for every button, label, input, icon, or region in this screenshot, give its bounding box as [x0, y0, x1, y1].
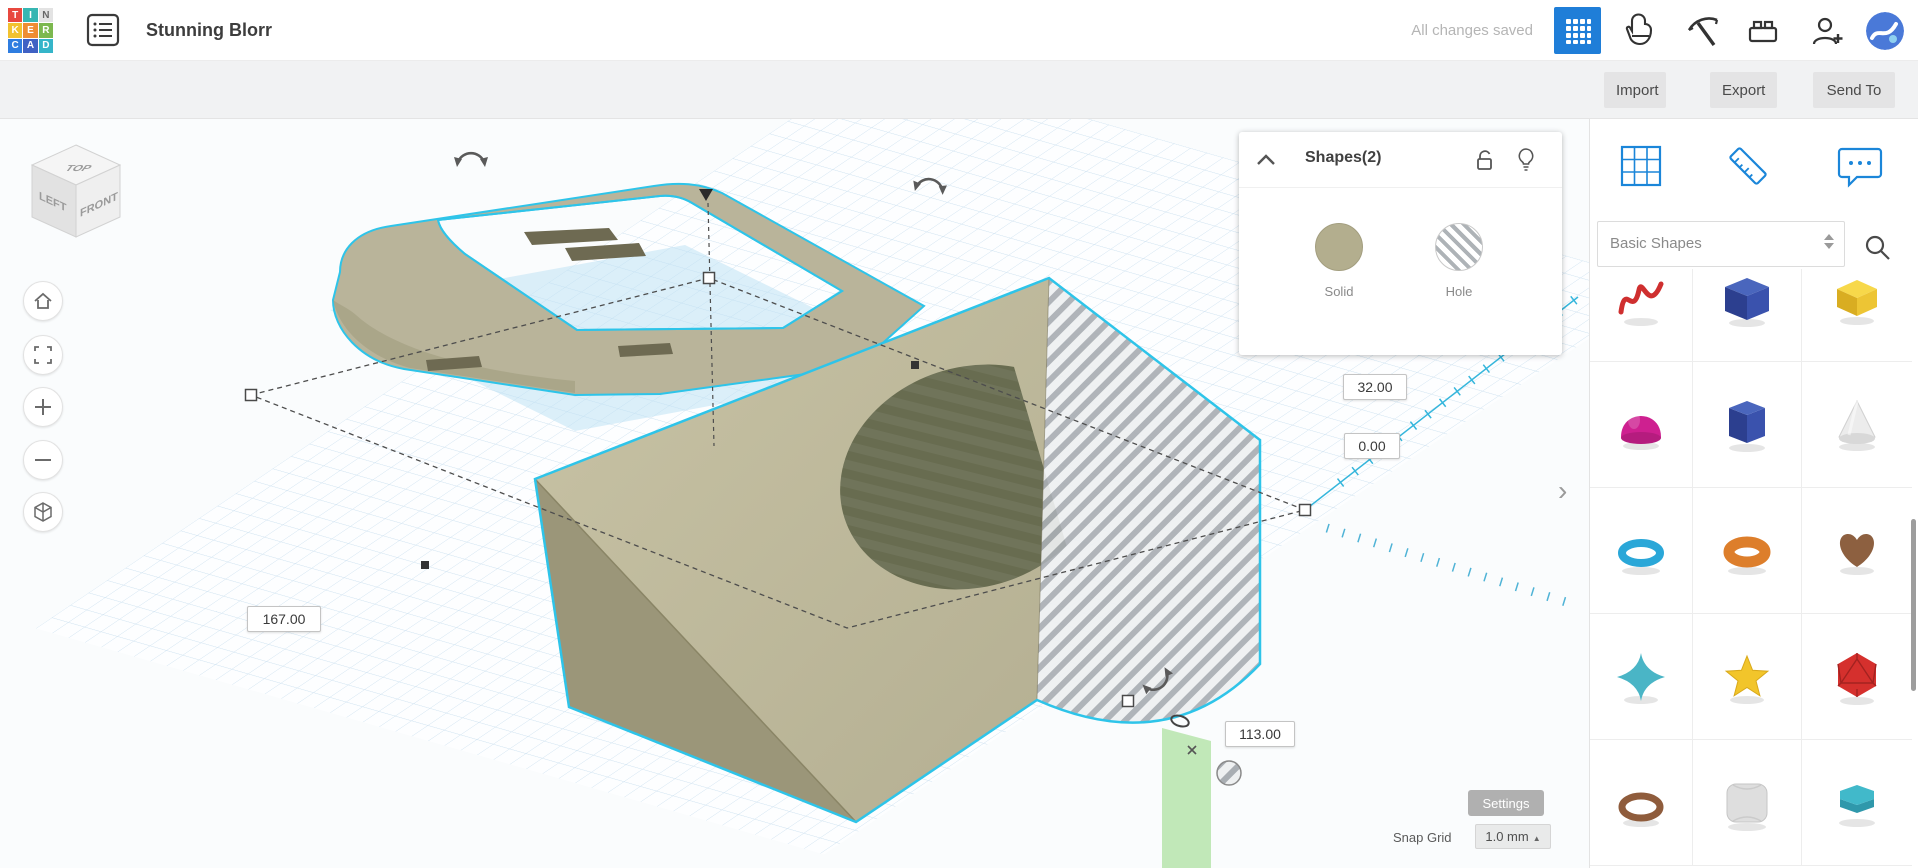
add-person-icon[interactable]: [1808, 12, 1846, 50]
shape-torus[interactable]: [1590, 488, 1693, 614]
shape-star-four[interactable]: [1590, 614, 1693, 740]
lightbulb-icon[interactable]: [1515, 147, 1537, 173]
design-title[interactable]: Stunning Blorr: [146, 0, 272, 61]
star-four-icon: [1609, 645, 1673, 709]
zoom-out-icon: [32, 449, 54, 471]
hole-option-label: Hole: [1435, 284, 1483, 299]
send-to-button[interactable]: Send To: [1813, 72, 1895, 108]
snap-grid-label: Snap Grid: [1393, 830, 1452, 845]
shape-star-five[interactable]: [1693, 614, 1802, 740]
lock-icon[interactable]: [1474, 148, 1496, 172]
dimension-base[interactable]: 0.00: [1344, 433, 1400, 459]
zoom-in-icon: [32, 396, 54, 418]
shapes-inspector-panel: Shapes(2) Solid Hole: [1239, 132, 1562, 355]
glove-icon[interactable]: [1621, 12, 1659, 50]
save-status: All changes saved: [1411, 0, 1533, 61]
snap-grid-dropdown[interactable]: 1.0 mm ▲: [1475, 824, 1551, 849]
chevron-up-icon[interactable]: [1255, 150, 1277, 172]
panel-collapse-chevron[interactable]: ›: [1558, 477, 1567, 505]
dimension-height[interactable]: 32.00: [1343, 374, 1407, 400]
scale-handle: [1123, 696, 1134, 707]
view-cube[interactable]: TOP LEFT FRONT: [24, 137, 132, 247]
scale-handle: [1300, 505, 1311, 516]
ruler-strip: [1162, 728, 1211, 868]
box-icon: [1715, 269, 1779, 332]
shape-paraboloid[interactable]: [1590, 362, 1693, 488]
shapes-panel-title: Shapes(2): [1305, 149, 1381, 167]
home-icon: [32, 290, 54, 312]
caret-up-icon: ▲: [1533, 834, 1541, 843]
brick-icon[interactable]: [1744, 12, 1782, 50]
user-avatar[interactable]: [1866, 12, 1904, 50]
edge-handle: [911, 361, 919, 369]
scale-handle: [246, 390, 257, 401]
pickaxe-icon[interactable]: [1683, 12, 1721, 50]
shape-tube[interactable]: [1693, 488, 1802, 614]
shape-category-value: Basic Shapes: [1610, 222, 1702, 266]
ring-icon: [1609, 771, 1673, 835]
designs-menu-icon[interactable]: [86, 13, 120, 47]
shape-polygon[interactable]: [1802, 269, 1912, 362]
shape-icosahedron[interactable]: [1802, 614, 1912, 740]
shape-grid: [1590, 269, 1912, 868]
search-icon[interactable]: [1860, 231, 1894, 265]
app-header: T I N K E R C A D Stunning Blorr All cha…: [0, 0, 1918, 61]
perspective-icon: [32, 501, 54, 523]
scale-handle: [704, 273, 715, 284]
solid-option[interactable]: [1315, 223, 1363, 271]
ruler-tool[interactable]: [1721, 139, 1775, 193]
settings-button[interactable]: Settings: [1468, 790, 1544, 816]
paraboloid-icon: [1609, 393, 1673, 457]
shape-library-panel: Basic Shapes: [1589, 119, 1918, 868]
hole-option[interactable]: [1435, 223, 1483, 271]
shape-heart[interactable]: [1802, 488, 1912, 614]
hexagon-icon: [1825, 771, 1889, 835]
dimension-width[interactable]: 167.00: [247, 606, 321, 632]
tinkercad-logo[interactable]: T I N K E R C A D: [8, 8, 53, 53]
snap-grid-value: 1.0 mm: [1485, 829, 1528, 844]
zoom-in-button[interactable]: [23, 387, 63, 427]
torus-icon: [1609, 519, 1673, 583]
shape-hexagon[interactable]: [1802, 740, 1912, 866]
app-grid-icon: [1564, 17, 1592, 45]
hexagonal-prism-icon: [1715, 393, 1779, 457]
solid-option-label: Solid: [1315, 284, 1363, 299]
zoom-out-button[interactable]: [23, 440, 63, 480]
shape-cone[interactable]: [1802, 362, 1912, 488]
home-view-button[interactable]: [23, 281, 63, 321]
scribble-icon: [1609, 269, 1673, 332]
export-button[interactable]: Export: [1710, 72, 1777, 108]
shape-ring[interactable]: [1590, 740, 1693, 866]
shape-box[interactable]: [1693, 269, 1802, 362]
updown-caret-icon: [1824, 234, 1834, 249]
notes-tool[interactable]: [1833, 139, 1887, 193]
dimension-depth[interactable]: 113.00: [1225, 721, 1295, 747]
star-five-icon: [1715, 645, 1779, 709]
import-button[interactable]: Import: [1604, 72, 1666, 108]
fit-view-button[interactable]: [23, 335, 63, 375]
workplane-tool[interactable]: [1614, 139, 1668, 193]
frame-slot: [524, 228, 618, 245]
fit-view-icon: [32, 344, 54, 366]
shapes-panel-header: Shapes(2): [1239, 132, 1562, 188]
tube-icon: [1715, 519, 1779, 583]
shape-scribble[interactable]: [1590, 269, 1693, 362]
main-toolbar: Import Export Send To: [0, 61, 1918, 119]
shape-dice[interactable]: [1693, 740, 1802, 866]
scrollbar-thumb[interactable]: [1911, 519, 1916, 691]
dice-icon: [1715, 771, 1779, 835]
icosahedron-icon: [1825, 645, 1889, 709]
polygon-icon: [1825, 269, 1889, 332]
tinkercad-app: TOP LEFT FRONT 167.00 32.00 0.00 113.00 …: [0, 0, 1918, 868]
edge-handle: [421, 561, 429, 569]
shape-hexagonal-prism[interactable]: [1693, 362, 1802, 488]
shape-category-dropdown[interactable]: Basic Shapes: [1597, 221, 1845, 267]
tinker-grid-button[interactable]: [1554, 7, 1601, 54]
view-mode-button[interactable]: [23, 492, 63, 532]
cone-icon: [1825, 393, 1889, 457]
heart-icon: [1825, 519, 1889, 583]
